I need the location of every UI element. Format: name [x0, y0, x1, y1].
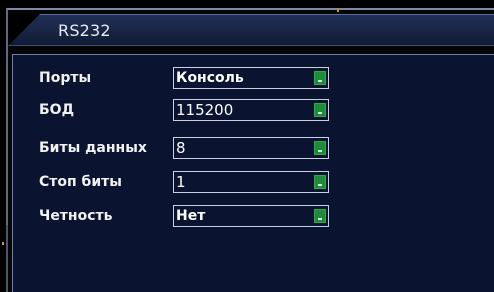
baud-select[interactable]: 115200 — [173, 99, 329, 121]
stop-bits-row: Стоп биты 1 — [13, 171, 494, 193]
parity-value: Нет — [176, 208, 206, 224]
dropdown-arrow-icon[interactable] — [314, 103, 326, 117]
ports-label: Порты — [39, 70, 92, 86]
data-bits-select[interactable]: 8 — [173, 137, 329, 159]
parity-row: Четность Нет — [13, 205, 494, 227]
ports-select[interactable]: Консоль — [173, 67, 329, 89]
dropdown-arrow-icon[interactable] — [314, 141, 326, 155]
data-bits-value: 8 — [176, 139, 186, 157]
rs232-settings-screen: RS232 Порты Консоль БОД 115200 Биты данн… — [0, 0, 494, 292]
parity-select[interactable]: Нет — [173, 205, 329, 227]
dropdown-arrow-icon[interactable] — [314, 71, 326, 85]
stop-bits-select[interactable]: 1 — [173, 171, 329, 193]
screen-edge-marker — [2, 242, 4, 245]
stop-bits-value: 1 — [176, 173, 186, 191]
data-bits-label: Биты данных — [39, 140, 147, 156]
ports-row: Порты Консоль — [13, 67, 494, 89]
title-bar-corner — [8, 14, 40, 46]
screen-edge-marker — [337, 9, 339, 12]
window-left-border — [6, 225, 8, 292]
data-bits-row: Биты данных 8 — [13, 137, 494, 159]
baud-value: 115200 — [176, 101, 234, 119]
dropdown-arrow-icon[interactable] — [314, 209, 326, 223]
dropdown-arrow-icon[interactable] — [314, 175, 326, 189]
parity-label: Четность — [39, 208, 113, 224]
baud-row: БОД 115200 — [13, 99, 494, 121]
ports-value: Консоль — [176, 70, 244, 86]
window-title: RS232 — [58, 21, 111, 40]
stop-bits-label: Стоп биты — [39, 174, 122, 190]
settings-panel: Порты Консоль БОД 115200 Биты данных 8 С… — [12, 54, 494, 292]
baud-label: БОД — [39, 102, 75, 118]
